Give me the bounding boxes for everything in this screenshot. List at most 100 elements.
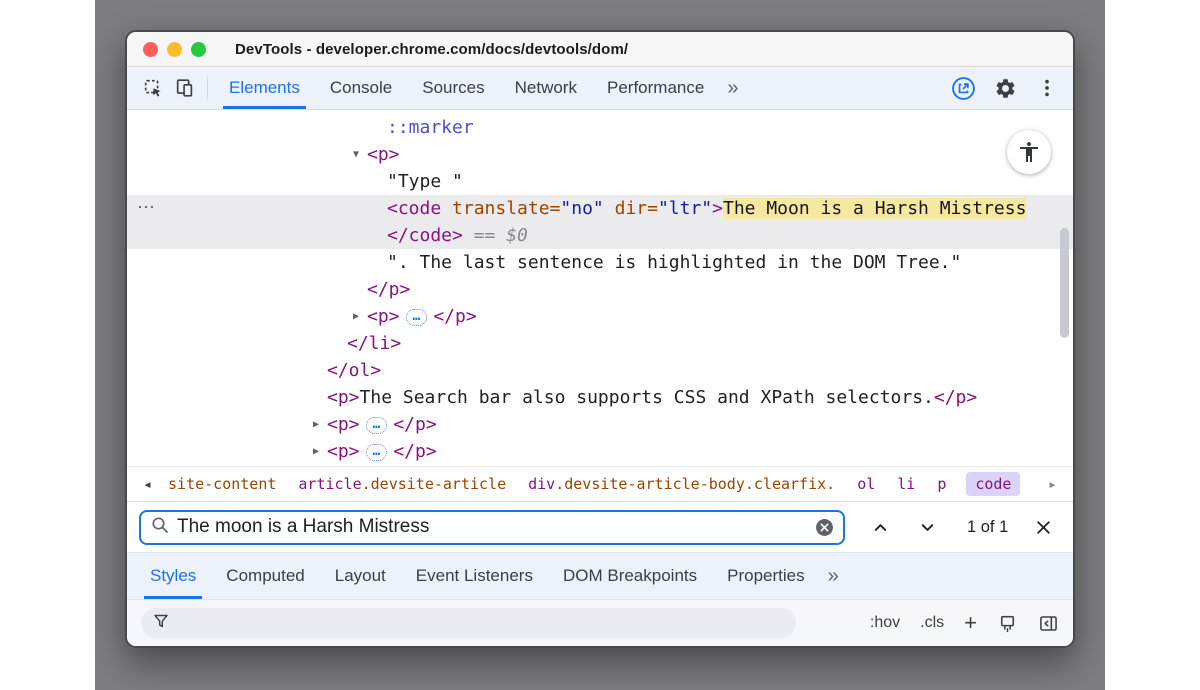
collapsed-content-icon[interactable]: … <box>366 417 388 434</box>
expand-node-icon[interactable]: ▶ <box>307 438 325 465</box>
tab-computed[interactable]: Computed <box>211 553 319 599</box>
collapsed-content-icon[interactable]: … <box>366 444 388 461</box>
close-search-icon[interactable] <box>1034 518 1053 537</box>
dom-token-attr: dir= <box>604 198 658 219</box>
styles-filter-input[interactable] <box>178 615 785 632</box>
expand-node-icon[interactable]: ▶ <box>347 303 365 330</box>
dom-tree-row[interactable]: </li> <box>127 330 1073 357</box>
breadcrumb-item[interactable]: li <box>895 472 917 496</box>
dom-tree-lines: ::marker▼<p>"Type "⋯<code translate="no"… <box>127 114 1073 465</box>
search-field[interactable] <box>139 510 845 545</box>
dom-token-text: ". The last sentence is highlighted in t… <box>387 252 961 273</box>
device-toolbar-icon[interactable] <box>169 72 201 104</box>
breadcrumb-item-selected[interactable]: code <box>966 472 1020 496</box>
toggle-element-state-button[interactable]: :hov <box>870 614 900 632</box>
tab-event-listeners[interactable]: Event Listeners <box>401 553 548 599</box>
dom-tree-row[interactable]: </code> == $0 <box>127 222 1073 249</box>
breadcrumb-class: .devsite-article <box>362 475 507 493</box>
tab-layout[interactable]: Layout <box>320 553 401 599</box>
breadcrumb-tag: p <box>937 475 946 493</box>
more-menu-icon[interactable] <box>1031 72 1063 104</box>
breadcrumb-item[interactable]: site-content <box>166 472 278 496</box>
search-icon <box>150 515 170 540</box>
dom-tree-row[interactable]: ▼<p> <box>127 141 1073 168</box>
sidebar-tab-strip: StylesComputedLayoutEvent ListenersDOM B… <box>127 552 1073 599</box>
dom-tree-row[interactable]: "Type " <box>127 168 1073 195</box>
previous-match-icon[interactable] <box>867 514 894 541</box>
settings-gear-icon[interactable] <box>989 72 1021 104</box>
dom-token-tag: </ol> <box>327 360 381 381</box>
tab-console[interactable]: Console <box>315 67 407 109</box>
dom-token-text: "Type " <box>387 171 463 192</box>
zoom-window-button[interactable] <box>191 42 206 57</box>
tab-elements[interactable]: Elements <box>214 67 315 109</box>
more-tabs-icon[interactable]: » <box>727 78 738 98</box>
dom-tree-row[interactable]: ▶<p>…</p> <box>127 411 1073 438</box>
close-window-button[interactable] <box>143 42 158 57</box>
search-input[interactable] <box>177 516 815 538</box>
dom-token-meta: == <box>463 225 506 246</box>
dom-tree-row[interactable]: ". The last sentence is highlighted in t… <box>127 249 1073 276</box>
breadcrumb-item[interactable]: div.devsite-article-body.clearfix. <box>526 472 837 496</box>
collapsed-content-icon[interactable]: … <box>406 309 428 326</box>
dom-token-tag: </p> <box>393 441 436 462</box>
expand-node-icon[interactable]: ▶ <box>307 411 325 438</box>
collapse-node-icon[interactable]: ▼ <box>347 141 365 168</box>
devtools-toolbar: ElementsConsoleSourcesNetworkPerformance… <box>127 67 1073 110</box>
breadcrumb-tag: ol <box>857 475 875 493</box>
dom-token-tag: </p> <box>393 414 436 435</box>
breadcrumb-class: .devsite-article-body.clearfix. <box>555 475 835 493</box>
dom-tree-row[interactable]: <p>The Search bar also supports CSS and … <box>127 384 1073 411</box>
breadcrumb-class: site-content <box>168 475 276 493</box>
search-results-count: 1 of 1 <box>967 518 1008 537</box>
more-sidebar-tabs-icon[interactable]: » <box>828 566 839 586</box>
minimize-window-button[interactable] <box>167 42 182 57</box>
dom-token-hl: The Moon is a Harsh Mistress <box>723 198 1026 219</box>
toolbar-divider <box>207 77 208 99</box>
open-in-window-icon[interactable] <box>947 72 979 104</box>
next-match-icon[interactable] <box>914 514 941 541</box>
breadcrumb: ◂ site-content article.devsite-article div… <box>127 466 1073 501</box>
tab-styles[interactable]: Styles <box>135 553 211 599</box>
dom-tree-row[interactable]: ▶<p>…</p> <box>127 303 1073 330</box>
vertical-scrollbar[interactable] <box>1060 228 1069 338</box>
breadcrumb-item[interactable]: p <box>935 472 948 496</box>
breadcrumb-items: site-content article.devsite-article div.d… <box>166 472 1020 496</box>
dom-token-tag: </p> <box>367 279 410 300</box>
node-options-icon[interactable]: ⋯ <box>137 195 155 220</box>
plug-icon[interactable] <box>997 613 1018 634</box>
dom-tree-row[interactable]: </p> <box>127 276 1073 303</box>
dom-token-pseudo: ::marker <box>387 117 474 138</box>
tab-properties[interactable]: Properties <box>712 553 819 599</box>
dom-token-tag: <p> <box>327 441 360 462</box>
breadcrumb-item[interactable]: ol <box>855 472 877 496</box>
window-titlebar: DevTools - developer.chrome.com/docs/dev… <box>127 32 1073 67</box>
breadcrumb-tag: li <box>897 475 915 493</box>
toggle-classes-button[interactable]: .cls <box>920 614 944 632</box>
dom-tree-row[interactable]: </ol> <box>127 357 1073 384</box>
tab-network[interactable]: Network <box>500 67 592 109</box>
dom-tree-row[interactable]: ▶<p> … </p> <box>127 438 1073 465</box>
styles-toolbar: :hov .cls + <box>127 599 1073 646</box>
dom-token-text: The Search bar also supports CSS and XPa… <box>360 387 934 408</box>
tab-dom-breakpoints[interactable]: DOM Breakpoints <box>548 553 712 599</box>
dom-token-tag: > <box>712 198 723 219</box>
toolbar-right-actions <box>947 72 1063 104</box>
sidebar-toggle-icon[interactable] <box>1038 613 1059 634</box>
dom-token-tag: </li> <box>347 333 401 354</box>
dom-token-tag: <p> <box>367 144 400 165</box>
accessibility-button[interactable] <box>1007 130 1051 174</box>
clear-search-icon[interactable] <box>815 518 834 537</box>
breadcrumb-item[interactable]: article.devsite-article <box>296 472 508 496</box>
dom-tree-row[interactable]: ⋯<code translate="no" dir="ltr">The Moon… <box>127 195 1073 222</box>
dom-tree-row[interactable]: ::marker <box>127 114 1073 141</box>
tab-performance[interactable]: Performance <box>592 67 719 109</box>
tab-sources[interactable]: Sources <box>407 67 499 109</box>
breadcrumb-scroll-left-icon[interactable]: ◂ <box>139 475 156 493</box>
inspect-element-icon[interactable] <box>137 72 169 104</box>
breadcrumb-scroll-right-icon[interactable]: ▸ <box>1044 475 1061 493</box>
new-style-rule-button[interactable]: + <box>964 612 977 634</box>
dom-token-tag: </p> <box>433 306 476 327</box>
dom-token-val: "no" <box>560 198 603 219</box>
styles-filter-field[interactable] <box>141 608 796 638</box>
